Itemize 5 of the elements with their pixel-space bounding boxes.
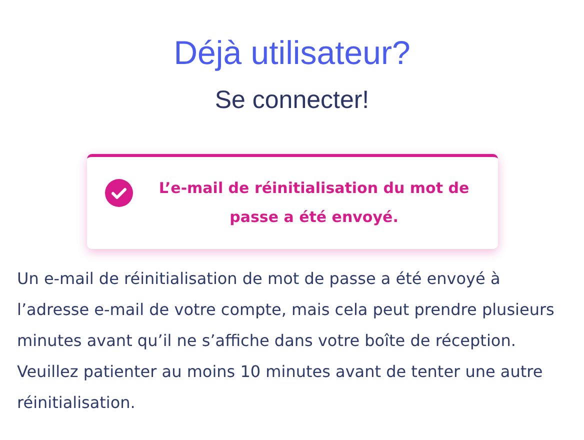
check-circle-icon	[104, 179, 132, 207]
page-title: Déjà utilisateur?	[174, 33, 410, 73]
page-subtitle: Se connecter!	[214, 85, 370, 116]
info-paragraph: Un e-mail de réinitialisation de mot de passe a été envoyé à l’adresse e-mail de votre compte, mais cela peut prendre plusieurs minutes avant qu’il ne s’affiche dans votre boîte de réception. Veuillez patienter au moins 10 minutes avant de tenter une autre réinitialisation.	[17, 268, 556, 414]
alert-message: L’e-mail de réinitialisation du mot de passe a été envoyé.	[158, 178, 470, 228]
